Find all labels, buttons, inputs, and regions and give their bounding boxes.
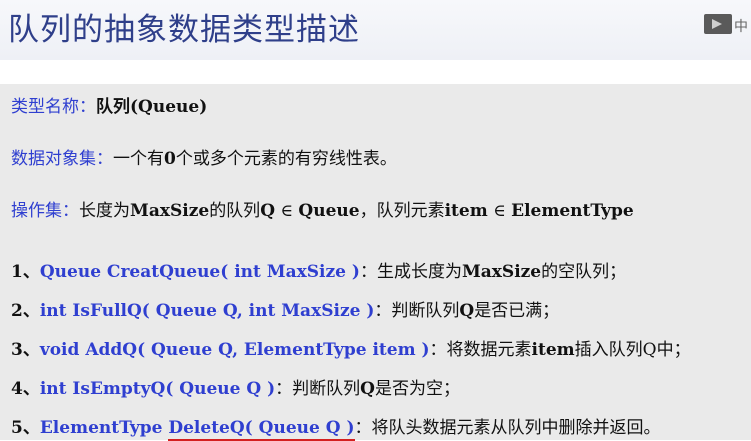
operation-set-line: 操作集：长度为MaxSize的队列Q ∈ Queue，队列元素item ∈ El… bbox=[11, 196, 634, 221]
operation-set-label: 操作集： bbox=[11, 201, 79, 221]
data-objects-text-b: 个或多个元素的有穷线性表。 bbox=[175, 149, 397, 169]
language-badge[interactable]: 中 bbox=[734, 16, 748, 36]
operation-set-maxsize: MaxSize bbox=[130, 201, 210, 221]
operation-desc-c: 插入队列Q中； bbox=[574, 340, 691, 360]
operation-number: 2、 bbox=[11, 301, 40, 321]
content-panel: 类型名称：队列(Queue) 数据对象集：一个有0个或多个元素的有穷线性表。 操… bbox=[0, 84, 751, 441]
operation-desc-a: 判断队列 bbox=[292, 379, 361, 399]
operation-number: 3、 bbox=[11, 340, 40, 360]
element-of-symbol-2: ∈ bbox=[493, 201, 506, 221]
operation-signature: void AddQ( Queue Q, ElementType item ) bbox=[39, 340, 430, 360]
operation-3: 3、void AddQ( Queue Q, ElementType item )… bbox=[11, 335, 691, 360]
operation-colon: ： bbox=[429, 340, 447, 360]
data-objects-zero: 0 bbox=[164, 149, 176, 169]
operation-set-q: Q bbox=[260, 201, 275, 221]
operation-colon: ： bbox=[359, 262, 377, 282]
data-objects-text-a: 一个有 bbox=[113, 149, 164, 169]
slide-icon[interactable] bbox=[704, 14, 732, 34]
type-name-line: 类型名称：队列(Queue) bbox=[11, 92, 207, 117]
operation-desc-a: 将数据元素 bbox=[446, 340, 532, 360]
operation-signature: int IsEmptyQ( Queue Q ) bbox=[39, 379, 276, 399]
operation-desc-b: MaxSize bbox=[461, 262, 542, 282]
operation-set-queue: Queue bbox=[298, 201, 360, 221]
operation-desc-a: 生成长度为 bbox=[376, 262, 462, 282]
operation-set-elementtype: ElementType bbox=[511, 201, 634, 221]
operation-4: 4、int IsEmptyQ( Queue Q )：判断队列Q是否为空； bbox=[11, 374, 460, 399]
operation-set-text-a: 长度为 bbox=[79, 201, 130, 221]
operation-number: 4、 bbox=[11, 379, 40, 399]
operation-desc-c: 的空队列； bbox=[541, 262, 627, 282]
operation-set-text-c: ，队列元素 bbox=[359, 201, 445, 221]
operation-desc-b: Q bbox=[360, 379, 375, 399]
title-band: 队列的抽象数据类型描述 中 bbox=[0, 0, 751, 60]
operation-colon: ： bbox=[275, 379, 293, 399]
operation-desc-c: 是否已满； bbox=[474, 301, 560, 321]
operation-desc-b: Q bbox=[459, 301, 475, 321]
operation-signature: Queue CreatQueue( int MaxSize ) bbox=[39, 262, 360, 282]
slide-title: 队列的抽象数据类型描述 bbox=[8, 12, 360, 48]
operation-2: 2、int IsFullQ( Queue Q, int MaxSize )：判断… bbox=[11, 296, 559, 321]
operation-desc-a: 判断队列 bbox=[391, 301, 460, 321]
type-name-label: 类型名称： bbox=[11, 97, 96, 117]
operation-colon: ： bbox=[354, 418, 372, 438]
data-objects-label: 数据对象集： bbox=[11, 149, 113, 169]
type-name-value: 队列(Queue) bbox=[96, 97, 208, 117]
operation-1: 1、Queue CreatQueue( int MaxSize )：生成长度为M… bbox=[11, 257, 626, 282]
operation-desc-b: item bbox=[531, 340, 575, 360]
element-of-symbol: ∈ bbox=[280, 201, 293, 221]
data-objects-line: 数据对象集：一个有0个或多个元素的有穷线性表。 bbox=[11, 144, 397, 169]
operation-signature: int IsFullQ( Queue Q, int MaxSize ) bbox=[39, 301, 375, 321]
operation-5: 5、ElementType DeleteQ( Queue Q )：将队头数据元素… bbox=[11, 413, 661, 441]
operation-number: 5、 bbox=[11, 418, 40, 438]
operation-desc-a: 将队头数据元素从队列中删除并返回。 bbox=[371, 418, 661, 438]
operation-set-item: item bbox=[444, 201, 488, 221]
operation-signature-return-type: ElementType bbox=[39, 418, 169, 438]
operation-set-text-b: 的队列 bbox=[209, 201, 261, 221]
operation-desc-c: 是否为空； bbox=[374, 379, 460, 399]
operation-signature-underlined: DeleteQ( Queue Q ) bbox=[168, 418, 355, 441]
operation-colon: ： bbox=[374, 301, 392, 321]
operation-number: 1、 bbox=[11, 262, 40, 282]
